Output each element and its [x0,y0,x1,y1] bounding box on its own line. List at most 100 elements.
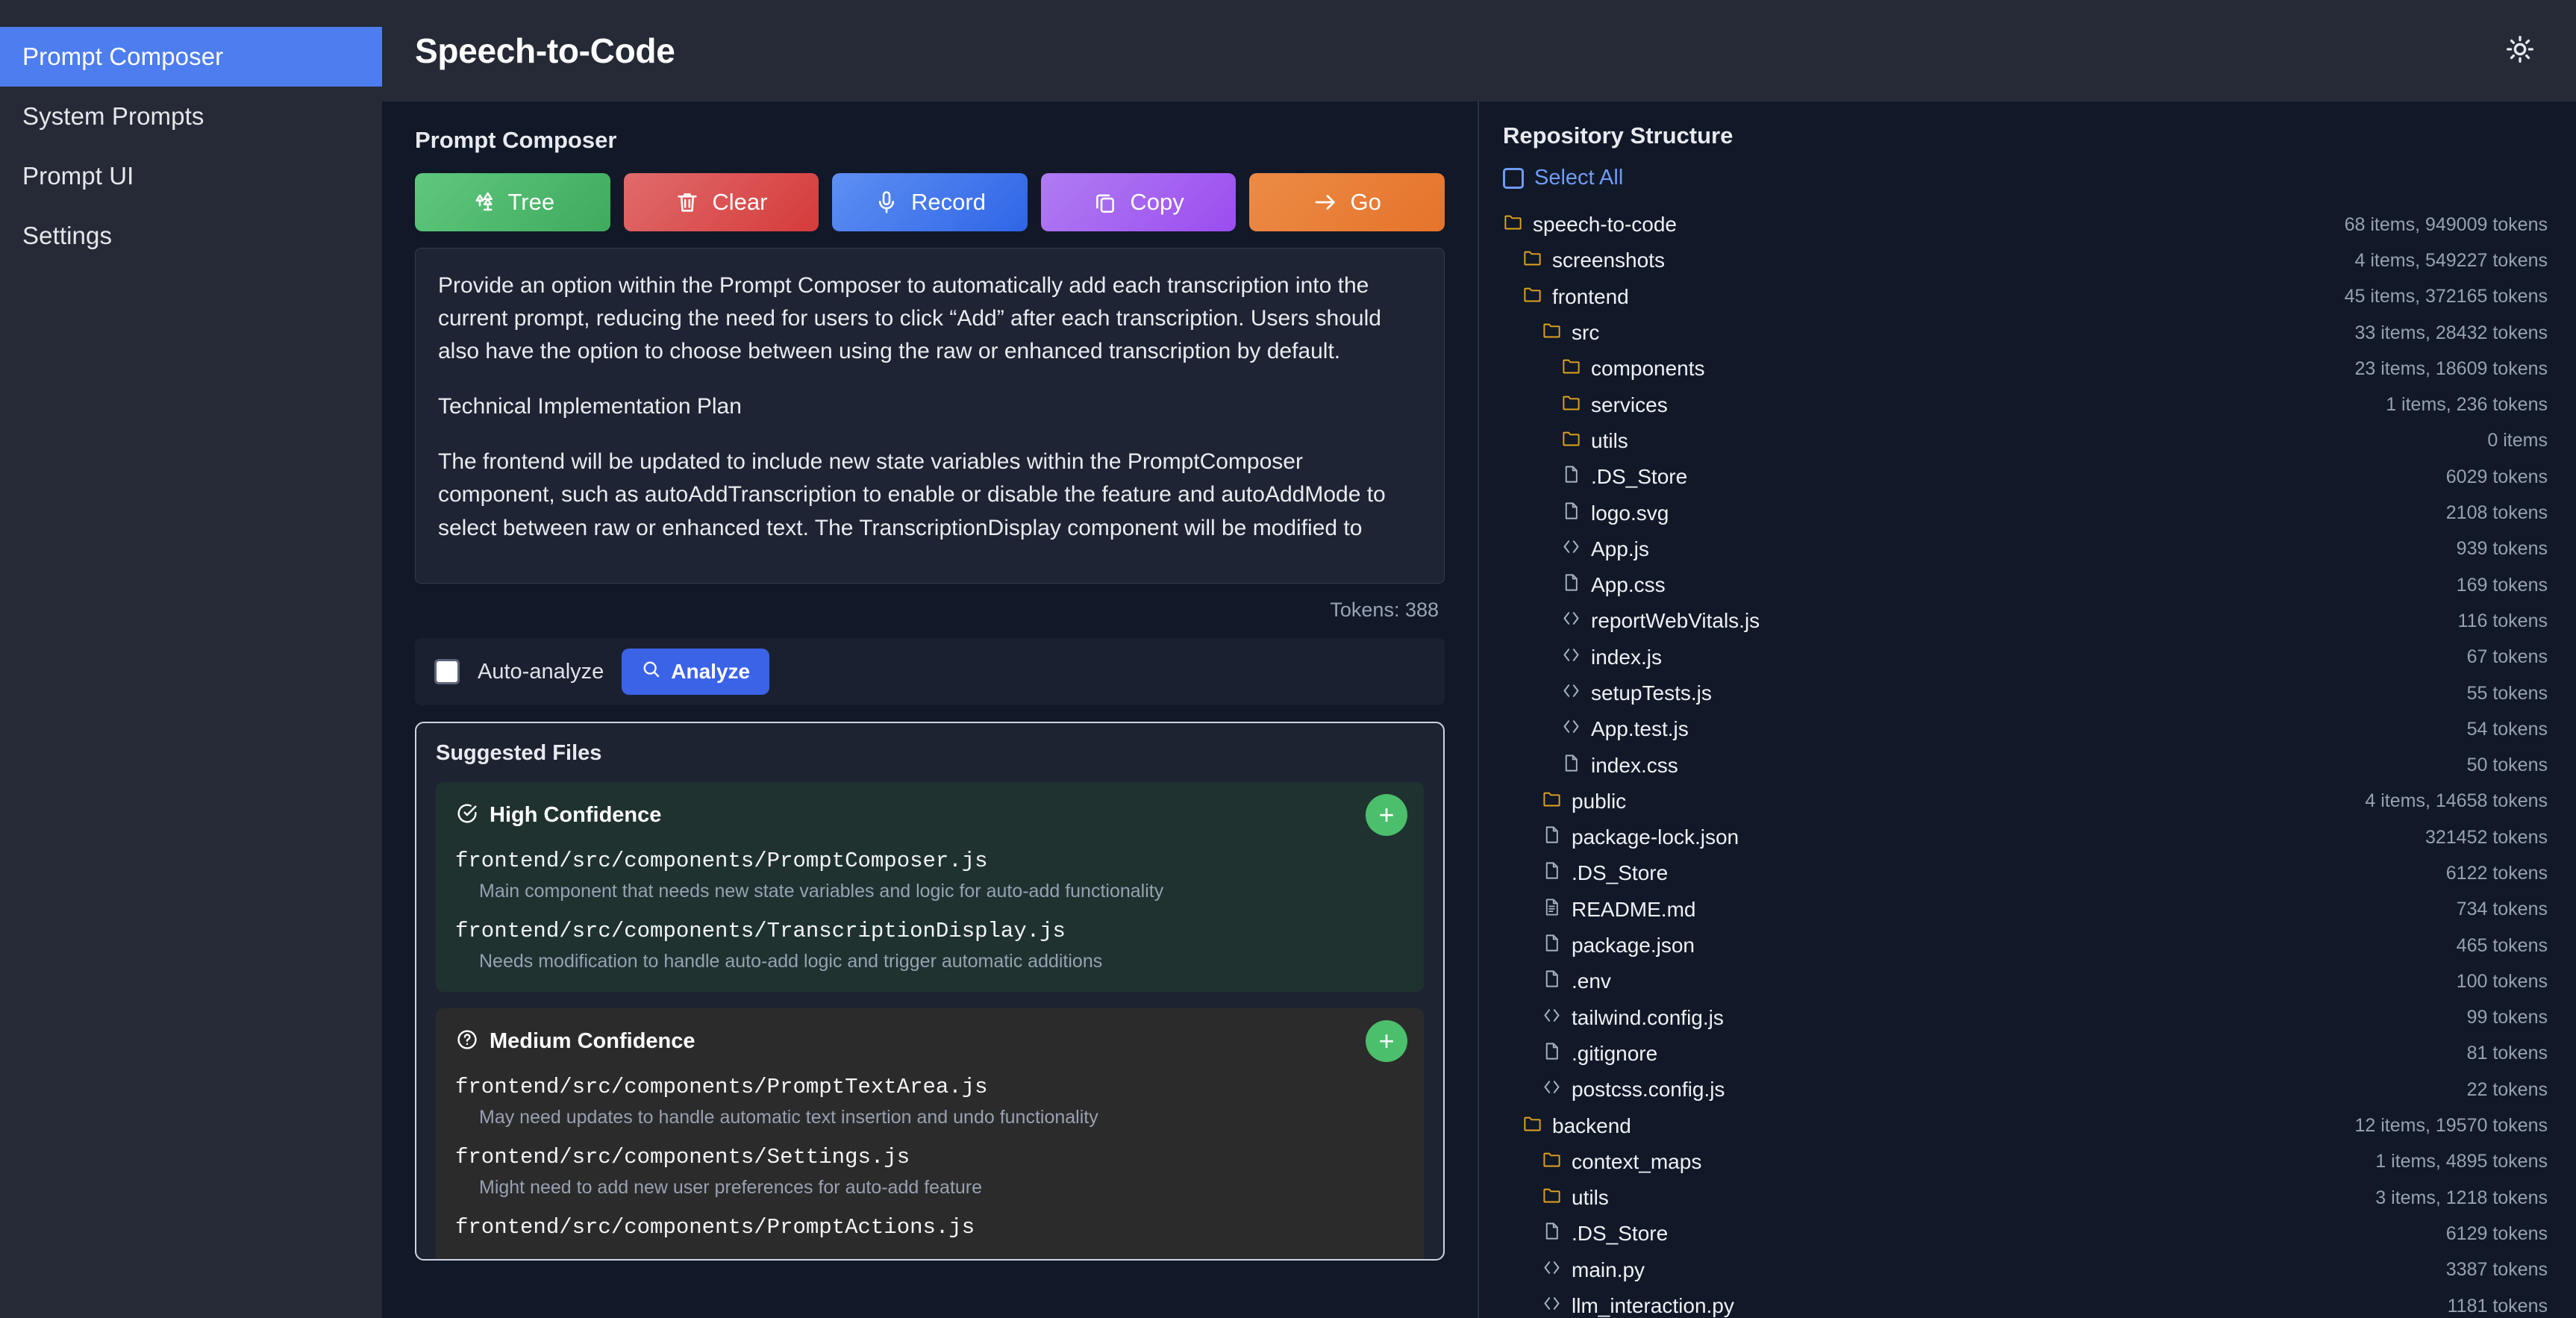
tree-row[interactable]: .gitignore 81 tokens [1503,1036,2548,1072]
tree-row[interactable]: index.js 67 tokens [1503,640,2548,675]
tree-node-name[interactable]: .DS_Store [1542,861,1668,886]
add-high-confidence-button[interactable]: + [1366,794,1407,836]
document-text-icon [1542,897,1562,922]
tree-row[interactable]: .env 100 tokens [1503,963,2548,999]
tree-node-name[interactable]: speech-to-code [1503,212,1677,237]
tree-node-name[interactable]: package-lock.json [1542,825,1739,850]
tree-node-name[interactable]: logo.svg [1561,501,1669,526]
tree-row[interactable]: package-lock.json 321452 tokens [1503,819,2548,855]
tree-row[interactable]: utils 3 items, 1218 tokens [1503,1180,2548,1216]
tree-row[interactable]: reportWebVitals.js 116 tokens [1503,603,2548,639]
tree-row[interactable]: components 23 items, 18609 tokens [1503,351,2548,387]
tree-node-name[interactable]: backend [1522,1114,1631,1139]
tree-node-name[interactable]: screenshots [1522,248,1665,273]
tree-node-name[interactable]: src [1542,320,1599,346]
tree-node-name[interactable]: .gitignore [1542,1041,1657,1066]
auto-analyze-checkbox[interactable] [434,659,460,684]
select-all-checkbox[interactable] [1503,167,1524,189]
tree-node-name[interactable]: llm_interaction.py [1542,1293,1734,1318]
tree-row[interactable]: package.json 465 tokens [1503,928,2548,963]
tree-row[interactable]: .DS_Store 6129 tokens [1503,1216,2548,1252]
tree-node-name[interactable]: tailwind.config.js [1542,1005,1724,1031]
suggested-file-item[interactable]: frontend/src/components/PromptActions.js [455,1215,1404,1240]
tree-node-name[interactable]: index.css [1561,753,1678,778]
folder-icon [1542,1149,1562,1175]
tree-row[interactable]: App.css 169 tokens [1503,567,2548,603]
clear-button[interactable]: Clear [623,173,819,231]
tree-node-name[interactable]: .DS_Store [1561,464,1687,490]
suggested-file-item[interactable]: frontend/src/components/PromptTextArea.j… [455,1075,1404,1128]
tree-row[interactable]: setupTests.js 55 tokens [1503,675,2548,711]
copy-button[interactable]: Copy [1040,173,1237,231]
tree-node-name[interactable]: reportWebVitals.js [1561,608,1760,634]
sidebar-item-prompt-composer[interactable]: Prompt Composer [0,27,382,87]
trash-icon [675,190,700,215]
tree-node-name[interactable]: App.test.js [1561,716,1689,742]
search-icon [641,659,661,684]
theme-toggle-button[interactable] [2497,28,2543,74]
suggested-file-item[interactable]: frontend/src/components/TranscriptionDis… [455,919,1404,972]
tree-node-name[interactable]: context_maps [1542,1149,1701,1175]
file-path[interactable]: frontend/src/components/TranscriptionDis… [455,919,1404,943]
file-path[interactable]: frontend/src/components/PromptTextArea.j… [455,1075,1404,1099]
tree-row[interactable]: .DS_Store 6122 tokens [1503,855,2548,891]
tree-row[interactable]: context_maps 1 items, 4895 tokens [1503,1144,2548,1180]
tree-node-name[interactable]: main.py [1542,1258,1645,1283]
tree-button[interactable]: Tree [415,173,610,231]
tree-node-name[interactable]: index.js [1561,645,1662,670]
tree-node-name[interactable]: README.md [1542,897,1695,922]
tree-row[interactable]: tailwind.config.js 99 tokens [1503,1000,2548,1036]
file-path[interactable]: frontend/src/components/Settings.js [455,1145,1404,1169]
tree-row[interactable]: README.md 734 tokens [1503,892,2548,928]
tree-row[interactable]: App.test.js 54 tokens [1503,711,2548,747]
sidebar-item-system-prompts[interactable]: System Prompts [0,87,382,146]
tree-row[interactable]: frontend 45 items, 372165 tokens [1503,279,2548,315]
tree-node-name[interactable]: public [1542,789,1626,814]
suggested-files-title: Suggested Files [436,741,602,765]
medium-confidence-header: Medium Confidence [455,1028,1404,1055]
suggested-file-item[interactable]: frontend/src/components/Settings.js Migh… [455,1145,1404,1199]
tree-node-name[interactable]: .env [1542,969,1611,994]
tree-row[interactable]: public 4 items, 14658 tokens [1503,784,2548,819]
tree-row[interactable]: main.py 3387 tokens [1503,1252,2548,1288]
tree-row[interactable]: App.js 939 tokens [1503,531,2548,567]
record-button[interactable]: Record [832,173,1028,231]
tree-node-name[interactable]: setupTests.js [1561,681,1712,706]
tree-node-meta: 1 items, 4895 tokens [2375,1151,2548,1172]
suggested-file-item[interactable]: frontend/src/components/PromptComposer.j… [455,849,1404,902]
analyze-button[interactable]: Analyze [622,649,770,695]
file-path[interactable]: frontend/src/components/PromptActions.js [455,1215,1404,1240]
tree-row[interactable]: index.css 50 tokens [1503,747,2548,783]
tree-node-name[interactable]: App.js [1561,537,1649,562]
tree-row[interactable]: llm_interaction.py 1181 tokens [1503,1288,2548,1318]
tree-row[interactable]: screenshots 4 items, 549227 tokens [1503,243,2548,278]
sidebar-item-prompt-ui[interactable]: Prompt UI [0,146,382,206]
high-confidence-group: High Confidence + frontend/src/component… [436,782,1424,992]
tree-node-name[interactable]: App.css [1561,572,1666,598]
select-all-control[interactable]: Select All [1503,166,2548,190]
tree-row[interactable]: src 33 items, 28432 tokens [1503,315,2548,351]
tree-row[interactable]: speech-to-code 68 items, 949009 tokens [1503,207,2548,243]
tree-row[interactable]: postcss.config.js 22 tokens [1503,1072,2548,1108]
prompt-textarea[interactable]: Provide an option within the Prompt Comp… [415,248,1445,584]
tree-node-meta: 33 items, 28432 tokens [2354,322,2548,343]
tree-row[interactable]: services 1 items, 236 tokens [1503,387,2548,422]
tree-node-meta: 116 tokens [2457,610,2548,631]
sidebar-item-settings[interactable]: Settings [0,206,382,266]
tree-node-name[interactable]: postcss.config.js [1542,1077,1725,1102]
add-medium-confidence-button[interactable]: + [1366,1020,1407,1062]
tree-node-name[interactable]: services [1561,393,1668,418]
tree-node-name[interactable]: package.json [1542,933,1695,958]
tree-node-name[interactable]: utils [1561,428,1628,454]
file-path[interactable]: frontend/src/components/PromptComposer.j… [455,849,1404,873]
plus-icon: + [1378,1025,1395,1056]
tree-node-name[interactable]: frontend [1522,284,1629,310]
go-button[interactable]: Go [1249,173,1445,231]
tree-row[interactable]: .DS_Store 6029 tokens [1503,459,2548,495]
tree-row[interactable]: backend 12 items, 19570 tokens [1503,1108,2548,1143]
tree-node-name[interactable]: components [1561,356,1705,381]
tree-node-name[interactable]: utils [1542,1185,1609,1211]
tree-node-name[interactable]: .DS_Store [1542,1221,1668,1246]
tree-row[interactable]: logo.svg 2108 tokens [1503,495,2548,531]
tree-row[interactable]: utils 0 items [1503,423,2548,459]
